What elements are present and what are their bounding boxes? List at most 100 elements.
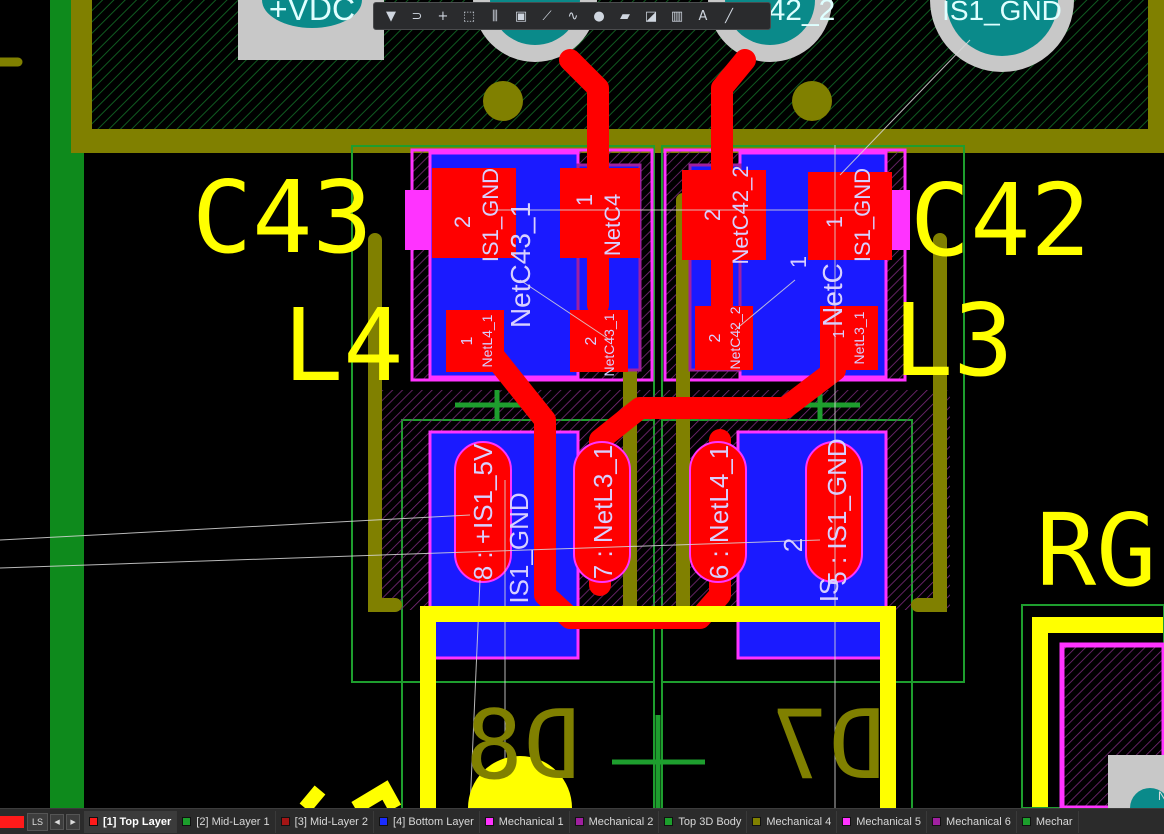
layer-tab-5[interactable]: Mechanical 2 xyxy=(570,810,660,833)
ic-pin-8-label: 8 : +IS1_5V xyxy=(468,443,498,580)
layer-color-swatch xyxy=(932,817,942,826)
layer-tab-3[interactable]: [4] Bottom Layer xyxy=(374,810,480,833)
l3-p1-num: 1 xyxy=(831,329,848,338)
diff-pair-icon: ∿ xyxy=(567,8,579,24)
interactive-route-tool-button[interactable]: ⟋ xyxy=(535,4,559,28)
layer-color-swatch xyxy=(89,817,99,826)
l3-p2-num: 2 xyxy=(707,333,724,342)
designator-l3[interactable]: L3 xyxy=(893,282,1013,399)
layer-tab-label: Top 3D Body xyxy=(678,815,742,828)
designator-c43[interactable]: C43 xyxy=(192,159,373,276)
designator-rg[interactable]: RG xyxy=(1036,492,1156,609)
graph-tool-button[interactable]: ▥ xyxy=(665,4,689,28)
c43-p2-net: IS1_GND xyxy=(478,168,503,262)
layer-color-swatch xyxy=(574,817,584,826)
ic-pin-7-label: 7 : NetL3_1 xyxy=(588,445,618,579)
align-icon: ⫼ xyxy=(492,8,498,24)
c42-p2-num: 2 xyxy=(700,209,725,221)
layer-color-swatch xyxy=(664,817,674,826)
vdc-label: +VDC xyxy=(269,0,355,27)
select-rectangle-icon: ⬚ xyxy=(462,8,476,24)
layer-tab-9[interactable]: Mechanical 6 xyxy=(927,810,1017,833)
via-tool-button[interactable]: ● xyxy=(587,4,611,28)
layer-tab-label: Mechar xyxy=(1035,815,1073,828)
next-layer-button[interactable]: ▶ xyxy=(66,813,81,830)
layer-tab-4[interactable]: Mechanical 1 xyxy=(480,810,570,833)
layer-tabs: [1] Top Layer [2] Mid-Layer 1 [3] Mid-Laye… xyxy=(84,810,1079,833)
route-icon: ⊃ xyxy=(411,8,423,24)
crosshair-icon: + xyxy=(437,8,449,24)
filter-tool-button[interactable]: ▼ xyxy=(379,4,403,28)
select-rect-tool-button[interactable]: ⬚ xyxy=(457,4,481,28)
prev-layer-button[interactable]: ◀ xyxy=(50,813,65,830)
c43-p2-num: 2 xyxy=(450,216,475,228)
layer-tab-1[interactable]: [2] Mid-Layer 1 xyxy=(177,810,276,833)
layer-tab-8[interactable]: Mechanical 5 xyxy=(837,810,928,833)
layer-tab-6[interactable]: Top 3D Body xyxy=(659,810,748,833)
layer-tab-bar: LS ◀ ▶ [1] Top Layer [2] Mid-Layer 1 [3] M… xyxy=(0,808,1164,834)
line-tool-button[interactable]: ╱ xyxy=(717,4,741,28)
c43-p1-net: NetC4 xyxy=(600,194,625,256)
c42-p2-net: NetC42_2 xyxy=(728,165,753,264)
ic-body-left-label: IS1_GND xyxy=(504,492,534,603)
l4-p1-net: NetL4_1 xyxy=(479,314,495,367)
graph-icon: ▥ xyxy=(670,8,684,24)
interactive-route-icon: ⟋ xyxy=(542,8,552,24)
line-icon: ╱ xyxy=(725,8,733,24)
layer-tab-7[interactable]: Mechanical 4 xyxy=(747,810,838,833)
net42-top-label: 42_2 xyxy=(769,0,836,27)
c42-p1-num: 1 xyxy=(822,216,847,228)
layer-color-swatch xyxy=(484,817,494,826)
layer-tab-label: [3] Mid-Layer 2 xyxy=(294,815,369,828)
layer-tab-label: Mechanical 1 xyxy=(498,815,564,828)
polygon-icon: ◪ xyxy=(644,8,658,24)
designator-d8[interactable]: D8 xyxy=(466,691,580,801)
layer-tab-2[interactable]: [3] Mid-Layer 2 xyxy=(276,810,375,833)
layer-tab-10[interactable]: Mechar xyxy=(1017,810,1079,833)
designator-c42[interactable]: C42 xyxy=(910,162,1091,279)
l4-p2-net: NetC43_1 xyxy=(601,313,617,376)
layer-tab-label: [1] Top Layer xyxy=(103,815,172,828)
layer-tab-label: Mechanical 2 xyxy=(588,815,654,828)
floating-toolbar: ▼ ⊃ + ⬚ ⫼ ▣ ⟋ ∿ ● ▰ ◪ ▥ A ╱ xyxy=(373,2,771,30)
route-tool-button[interactable]: ⊃ xyxy=(405,4,429,28)
layer-color-swatch xyxy=(280,817,290,826)
current-layer-swatch[interactable] xyxy=(0,815,24,828)
ic-body-right-label: IS xyxy=(814,578,844,603)
layer-tab-label: [4] Bottom Layer xyxy=(393,815,474,828)
layer-color-swatch xyxy=(1021,817,1031,826)
layer-tab-label: Mechanical 4 xyxy=(766,815,832,828)
c43-p1-num: 1 xyxy=(572,194,597,206)
designator-d7[interactable]: D7 xyxy=(771,691,885,801)
diff-pair-tool-button[interactable]: ∿ xyxy=(561,4,585,28)
l4-p2-num: 2 xyxy=(583,336,600,345)
ic-pin-5-label: 5 : IS1_GND xyxy=(822,438,852,585)
pcb-canvas[interactable]: +VDC 42_2 IS1_GND C43 C42 L4 L3 RG D8 D7… xyxy=(0,0,1164,808)
polygon-tool-button[interactable]: ◪ xyxy=(639,4,663,28)
layer-tab-label: [2] Mid-Layer 1 xyxy=(196,815,270,828)
l4-p1-num: 1 xyxy=(459,336,476,345)
c42-p1-net: IS1_GND xyxy=(850,168,875,262)
align-tool-button[interactable]: ⫼ xyxy=(483,4,507,28)
layer-set-button[interactable]: LS xyxy=(27,812,49,831)
layer-color-swatch xyxy=(752,817,762,826)
l3-p2-net: NetC42_2 xyxy=(727,306,743,369)
cross-probe-tool-button[interactable]: + xyxy=(431,4,455,28)
fill-icon: ▰ xyxy=(620,8,630,24)
edge-label-n: N xyxy=(1158,789,1164,803)
component-tool-button[interactable]: ▣ xyxy=(509,4,533,28)
c42-body-label: NetC xyxy=(817,263,848,327)
l3-pad-2[interactable] xyxy=(695,306,753,370)
layer-tab-label: Mechanical 5 xyxy=(856,815,922,828)
layer-color-swatch xyxy=(379,817,389,826)
text-tool-button[interactable]: A xyxy=(691,4,715,28)
ic-pin-6-label: 6 : NetL4_1 xyxy=(704,445,734,579)
ic-pin-5-num: 2 xyxy=(778,538,808,552)
layer-tab-0[interactable]: [1] Top Layer xyxy=(84,810,178,833)
designator-l4[interactable]: L4 xyxy=(283,287,403,404)
layer-color-swatch xyxy=(842,817,852,826)
l3-p1-net: NetL3_1 xyxy=(851,311,867,364)
component-icon: ▣ xyxy=(514,8,528,24)
fill-tool-button[interactable]: ▰ xyxy=(613,4,637,28)
funnel-icon: ▼ xyxy=(386,8,396,24)
